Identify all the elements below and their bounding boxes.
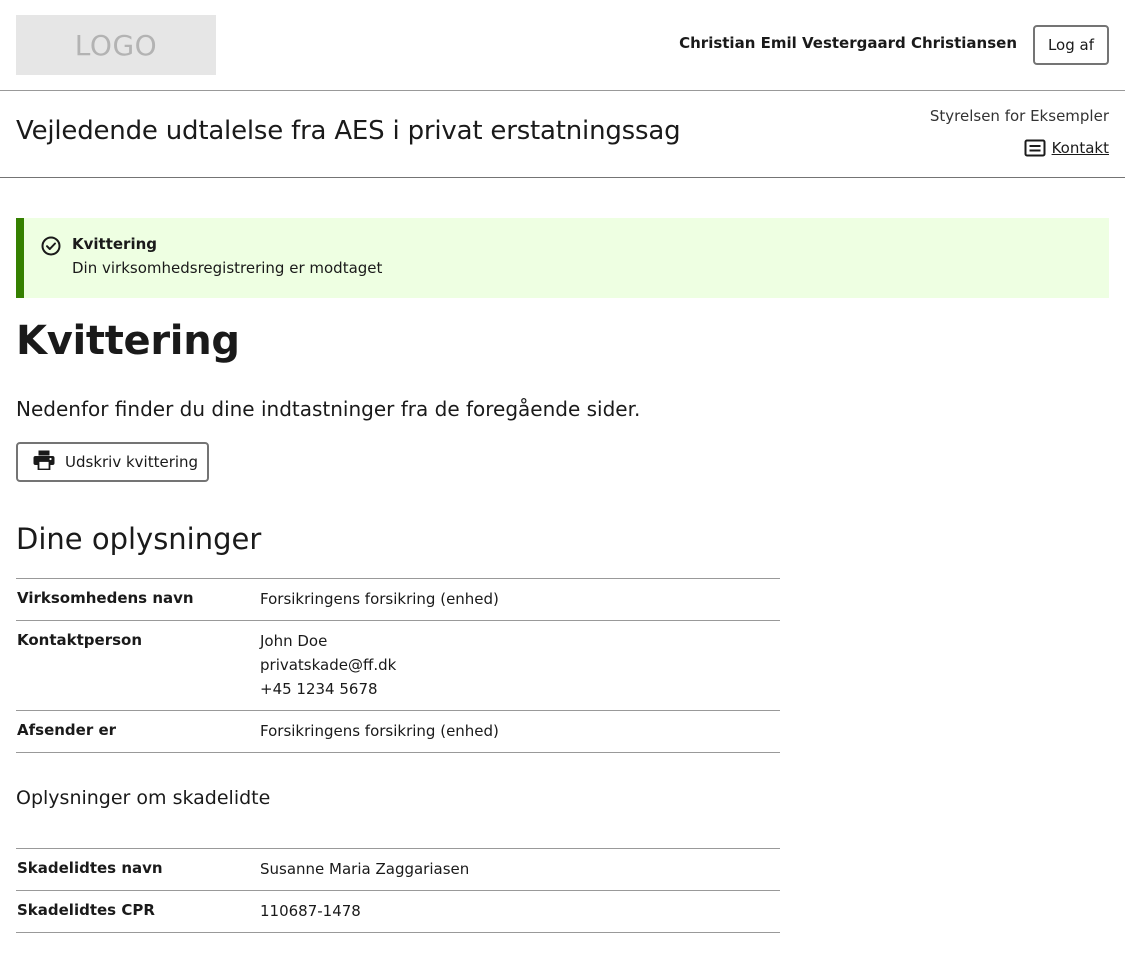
row-value-contact-person: John Doe privatskade@ff.dk +45 1234 5678 bbox=[260, 621, 780, 711]
success-alert: Kvittering Din virksomhedsregistrering e… bbox=[16, 218, 1109, 298]
contact-person-phone: +45 1234 5678 bbox=[260, 680, 378, 698]
row-label-injured-cpr: Skadelidtes CPR bbox=[17, 901, 155, 919]
row-value-injured-name: Susanne Maria Zaggariasen bbox=[260, 860, 470, 878]
table-row: Skadelidtes CPR 110687-1478 bbox=[16, 890, 780, 933]
row-label-injured-name: Skadelidtes navn bbox=[17, 859, 163, 877]
contact-link-label: Kontakt bbox=[1051, 139, 1109, 157]
app-title: Vejledende udtalelse fra AES i privat er… bbox=[16, 116, 681, 146]
lead-text: Nedenfor finder du dine indtastninger fr… bbox=[16, 397, 641, 421]
page-title: Kvittering bbox=[16, 318, 240, 364]
print-receipt-label: Udskriv kvittering bbox=[65, 453, 199, 471]
top-bar: LOGO Christian Emil Vestergaard Christia… bbox=[0, 0, 1125, 91]
section-heading-injured-party: Oplysninger om skadelidte bbox=[16, 787, 271, 809]
row-label-company-name: Virksomhedens navn bbox=[17, 589, 194, 607]
contact-link[interactable]: Kontakt bbox=[1024, 139, 1109, 157]
row-label-sender: Afsender er bbox=[17, 721, 117, 739]
row-value-company-name: Forsikringens forsikring (enhed) bbox=[260, 590, 499, 608]
table-row: Kontaktperson John Doe privatskade@ff.dk… bbox=[16, 620, 780, 711]
authority-name: Styrelsen for Eksempler bbox=[929, 107, 1109, 125]
table-row: Skadelidtes navn Susanne Maria Zaggarias… bbox=[16, 848, 780, 891]
alert-text: Din virksomhedsregistrering er modtaget bbox=[72, 259, 383, 277]
row-label-contact-person: Kontaktperson bbox=[17, 631, 143, 649]
section-heading-your-info: Dine oplysninger bbox=[16, 522, 262, 556]
contact-person-email: privatskade@ff.dk bbox=[260, 656, 397, 674]
alert-heading: Kvittering bbox=[72, 235, 158, 253]
table-row: Afsender er Forsikringens forsikring (en… bbox=[16, 710, 780, 753]
row-value-injured-cpr: 110687-1478 bbox=[260, 902, 361, 920]
injured-party-table: Skadelidtes navn Susanne Maria Zaggarias… bbox=[16, 848, 780, 933]
logo[interactable]: LOGO bbox=[16, 15, 216, 75]
row-value-sender: Forsikringens forsikring (enhed) bbox=[260, 722, 499, 740]
printer-icon bbox=[33, 450, 55, 474]
user-name: Christian Emil Vestergaard Christiansen bbox=[679, 34, 1017, 52]
print-receipt-button[interactable]: Udskriv kvittering bbox=[16, 442, 209, 482]
contact-person-name: John Doe bbox=[260, 632, 328, 650]
page-header: Vejledende udtalelse fra AES i privat er… bbox=[0, 91, 1125, 178]
contact-card-icon bbox=[1024, 139, 1046, 157]
your-info-table: Virksomhedens navn Forsikringens forsikr… bbox=[16, 578, 780, 753]
table-row: Virksomhedens navn Forsikringens forsikr… bbox=[16, 578, 780, 621]
logout-button[interactable]: Log af bbox=[1033, 25, 1109, 65]
check-circle-icon bbox=[41, 236, 61, 260]
